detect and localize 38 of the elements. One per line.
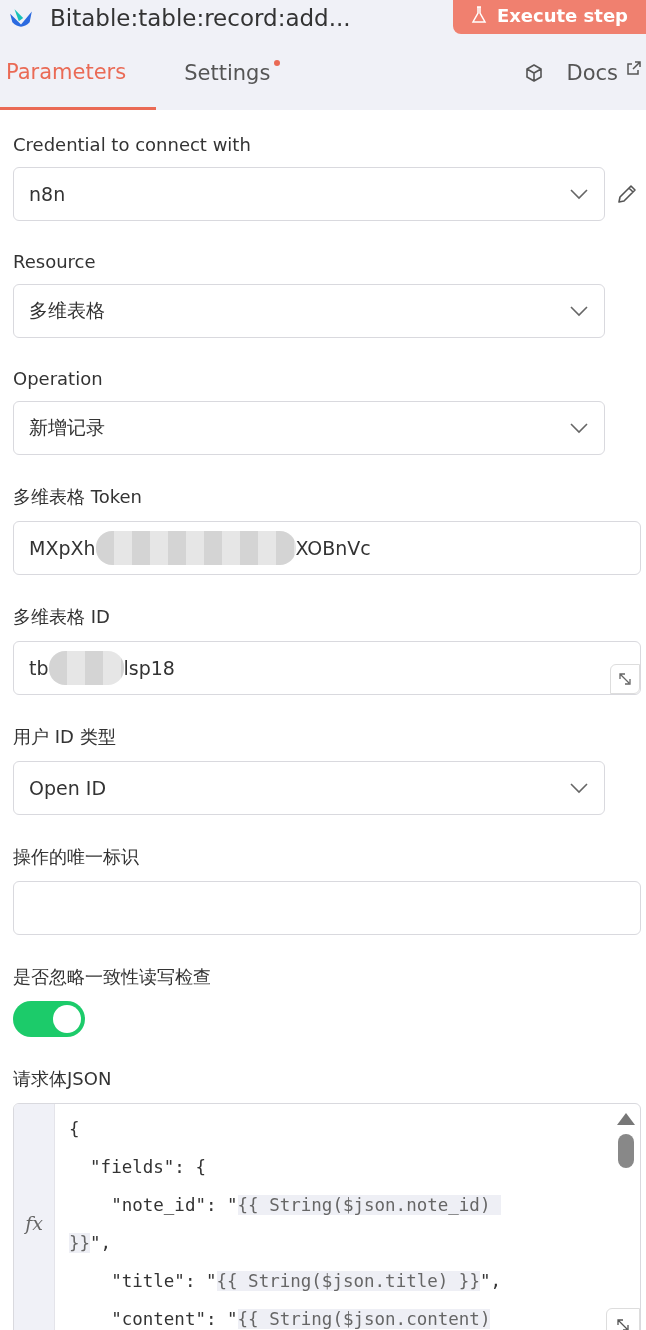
chevron-down-icon	[569, 782, 589, 794]
chevron-down-icon	[569, 305, 589, 317]
select-field[interactable]: Open ID	[13, 761, 605, 815]
field-label: Operation	[13, 368, 104, 389]
code-line: "fields": {	[89, 1156, 207, 1179]
select-field[interactable]: n8n	[13, 167, 605, 221]
chevron-down-icon	[569, 422, 589, 434]
external-link-icon[interactable]	[626, 60, 642, 76]
field-label: 是否忽略一致性读写检查	[13, 965, 212, 989]
toggle-switch[interactable]	[13, 1001, 85, 1037]
select-field[interactable]: 新增记录	[13, 401, 605, 455]
field-label: 用户 ID 类型	[13, 725, 117, 749]
code-editor[interactable]: fx { "fields": { "note_id": "{{ String($json.note_id) }}", "title": "{{ String($json.title) }}", "content": "{{ String($json.content)	[13, 1103, 641, 1330]
select-field[interactable]: 多维表格	[13, 284, 605, 338]
code-line: {	[69, 1118, 81, 1141]
scrollbar-thumb[interactable]	[618, 1134, 634, 1168]
code-line: "note_id": "{{ String($json.note_id)	[69, 1186, 612, 1224]
docs-link[interactable]: Docs	[566, 61, 618, 85]
chevron-down-icon	[569, 188, 589, 200]
field-label: 操作的唯一标识	[13, 845, 140, 869]
tab[interactable]: Settings	[178, 36, 277, 110]
node-title: Bitable:table:record:add...	[50, 5, 352, 31]
scroll-up-icon[interactable]	[616, 1112, 636, 1126]
field-label: 请求体JSON	[13, 1067, 113, 1091]
text-field[interactable]: MXpXh XOBnVc	[13, 521, 641, 575]
text-field[interactable]: tb lsp18	[13, 641, 641, 695]
text-field[interactable]	[13, 881, 641, 935]
expand-icon[interactable]	[610, 664, 640, 694]
field-label: Credential to connect with	[13, 134, 252, 155]
cube-icon[interactable]	[524, 63, 545, 83]
fx-label: fx	[25, 1212, 43, 1234]
field-label: 多维表格 ID	[13, 605, 111, 629]
pencil-icon[interactable]	[615, 182, 639, 206]
flask-icon	[470, 6, 487, 24]
field-label: Resource	[13, 251, 97, 272]
field-label: 多维表格 Token	[13, 485, 143, 509]
bird-logo-icon	[8, 7, 34, 29]
code-line: }}",	[69, 1232, 113, 1255]
